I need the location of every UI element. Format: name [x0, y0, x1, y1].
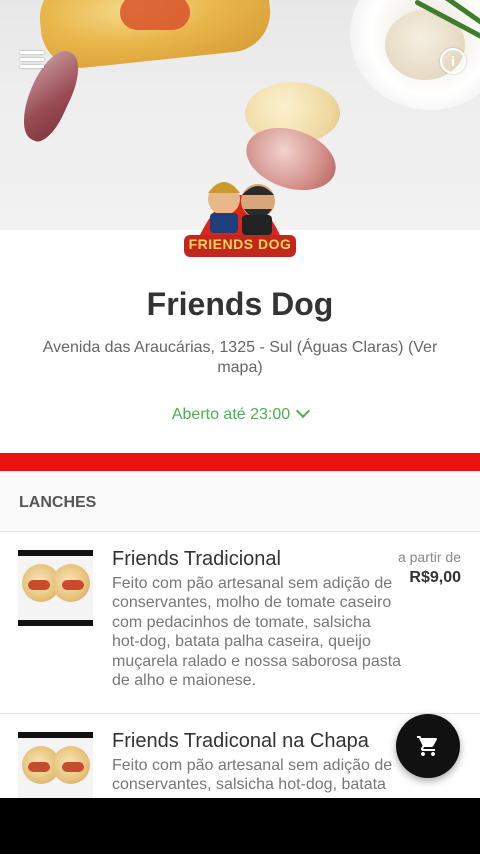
store-address[interactable]: Avenida das Araucárias, 1325 - Sul (Água…: [30, 338, 450, 378]
section-title: LANCHES: [19, 494, 97, 511]
menu-item-price-prefix: a partir de: [397, 549, 461, 565]
chevron-down-icon: [296, 403, 311, 419]
store-name: Friends Dog: [146, 286, 334, 322]
divider: [0, 713, 480, 714]
menu-item-image: [18, 732, 93, 798]
store-screen: i FRIENDS DOG Friends Dog Avenida das Ar…: [0, 0, 480, 798]
shopping-cart-icon: [417, 736, 438, 756]
info-icon[interactable]: i: [440, 48, 466, 74]
cart-button[interactable]: [396, 714, 460, 778]
menu-item-name: Friends Tradiconal na Chapa: [112, 730, 369, 752]
store-hours-toggle[interactable]: Aberto até 23:00: [0, 403, 480, 424]
menu-item-name: Friends Tradicional: [112, 548, 281, 570]
system-navigation-bar: [0, 798, 480, 854]
hamburger-menu-icon[interactable]: [20, 51, 44, 69]
brand-divider: [0, 453, 480, 471]
banner-sauce: [120, 0, 190, 30]
store-logo: FRIENDS DOG: [180, 165, 300, 265]
menu-item-image: [18, 550, 93, 626]
menu-item-description: Feito com pão artesanal sem adição de co…: [112, 757, 393, 794]
menu-item-price: R$9,00: [409, 569, 461, 586]
menu-item-description: Feito com pão artesanal sem adição de co…: [112, 575, 402, 690]
store-logo-text: FRIENDS DOG: [188, 236, 292, 252]
store-status: Aberto até 23:00: [171, 406, 291, 423]
